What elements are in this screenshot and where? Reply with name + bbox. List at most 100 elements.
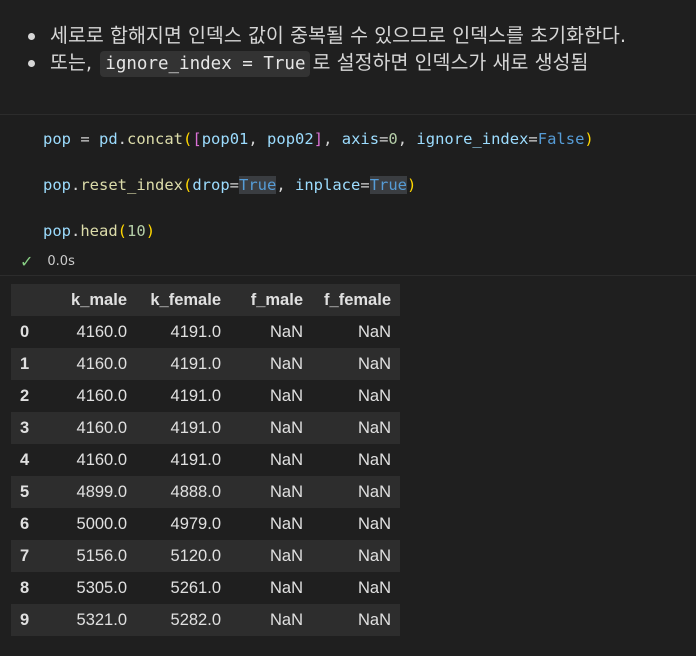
column-header-k-male: k_male (40, 284, 136, 316)
bullet-item-2: 또는, ignore_index = True 로 설정하면 인덱스가 새로 생성… (28, 49, 588, 77)
table-cell: 4191.0 (136, 444, 230, 476)
code-token: = (379, 130, 389, 148)
table-cell: 4160.0 (40, 412, 136, 444)
table-row: 4 4160.0 4191.0 NaN NaN (11, 444, 400, 476)
execution-status: ✓ 0.0s (20, 252, 75, 271)
code-token: ) (407, 176, 417, 194)
table-cell: 5305.0 (40, 572, 136, 604)
row-index: 9 (11, 604, 40, 636)
column-header-k-female: k_female (136, 284, 230, 316)
bullet-2-suffix: 로 설정하면 인덱스가 새로 생성됨 (312, 51, 589, 74)
code-token: , (323, 130, 342, 148)
table-cell: 5321.0 (40, 604, 136, 636)
bullet-text-1: 세로로 합해지면 인덱스 값이 중복될 수 있으므로 인덱스를 초기화한다. (50, 24, 627, 47)
table-cell: 4160.0 (40, 380, 136, 412)
code-cell[interactable]: pop = pd.concat([pop01, pop02], axis=0, … (0, 114, 696, 276)
code-token: pop01 (201, 130, 249, 148)
table-cell: NaN (312, 572, 400, 604)
code-token: pop (43, 176, 71, 194)
table-cell: 4191.0 (136, 412, 230, 444)
row-index: 0 (11, 316, 40, 348)
code-token: axis (341, 130, 380, 148)
bullet-dot-icon (28, 60, 35, 67)
table-cell: NaN (230, 540, 312, 572)
execution-time: 0.0s (47, 254, 75, 269)
table-cell: NaN (312, 348, 400, 380)
table-cell: NaN (312, 380, 400, 412)
code-token: [ (192, 130, 202, 148)
code-token-highlighted: True (369, 176, 408, 194)
code-token: concat (127, 130, 184, 148)
column-header-f-male: f_male (230, 284, 312, 316)
code-token: ( (117, 222, 128, 240)
table-cell: NaN (312, 476, 400, 508)
table-cell: 4160.0 (40, 444, 136, 476)
code-token: = (528, 130, 538, 148)
table-row: 7 5156.0 5120.0 NaN NaN (11, 540, 400, 572)
table-row: 2 4160.0 4191.0 NaN NaN (11, 380, 400, 412)
code-line-3[interactable]: pop.head(10) (43, 220, 155, 242)
table-cell: NaN (230, 444, 312, 476)
table-cell: 5156.0 (40, 540, 136, 572)
table-row: 1 4160.0 4191.0 NaN NaN (11, 348, 400, 380)
table-cell: 4160.0 (40, 348, 136, 380)
code-token: ( (183, 176, 193, 194)
dataframe-table: k_male k_female f_male f_female 0 4160.0… (11, 284, 400, 636)
table-cell: 5282.0 (136, 604, 230, 636)
table-cell: NaN (312, 316, 400, 348)
bullet-dot-icon (28, 33, 35, 40)
code-token: ) (584, 130, 594, 148)
row-index: 1 (11, 348, 40, 380)
row-index: 4 (11, 444, 40, 476)
code-token: , (248, 130, 268, 148)
column-header-f-female: f_female (312, 284, 400, 316)
table-cell: NaN (312, 508, 400, 540)
code-token: 10 (127, 222, 146, 240)
row-index: 7 (11, 540, 40, 572)
table-cell: 5120.0 (136, 540, 230, 572)
code-token: ignore_index (416, 130, 529, 148)
code-token: = (229, 176, 240, 194)
code-token: drop (192, 176, 230, 194)
column-header-index (11, 284, 40, 316)
inline-code: ignore_index = True (100, 51, 311, 77)
code-token: inplace (295, 176, 361, 194)
code-token: reset_index (80, 176, 183, 194)
table-cell: NaN (230, 316, 312, 348)
table-cell: NaN (230, 604, 312, 636)
table-cell: 4191.0 (136, 316, 230, 348)
code-line-1[interactable]: pop = pd.concat([pop01, pop02], axis=0, … (43, 128, 594, 150)
table-cell: 5261.0 (136, 572, 230, 604)
check-icon: ✓ (20, 252, 34, 271)
code-token: pd (99, 130, 118, 148)
code-token: pop (43, 130, 71, 148)
code-token-highlighted: True (239, 176, 277, 194)
code-token: pop02 (267, 130, 314, 148)
output-area: k_male k_female f_male f_female 0 4160.0… (11, 284, 400, 636)
code-token: head (80, 222, 118, 240)
table-cell: 4191.0 (136, 348, 230, 380)
code-token: ) (145, 222, 156, 240)
table-cell: 4979.0 (136, 508, 230, 540)
table-cell: 4191.0 (136, 380, 230, 412)
notebook-page: 세로로 합해지면 인덱스 값이 중복될 수 있으므로 인덱스를 초기화한다. 또… (0, 0, 696, 656)
row-index: 8 (11, 572, 40, 604)
table-cell: NaN (312, 540, 400, 572)
row-index: 3 (11, 412, 40, 444)
table-row: 3 4160.0 4191.0 NaN NaN (11, 412, 400, 444)
table-row: 9 5321.0 5282.0 NaN NaN (11, 604, 400, 636)
table-cell: NaN (312, 412, 400, 444)
markdown-cell[interactable]: 세로로 합해지면 인덱스 값이 중복될 수 있으므로 인덱스를 초기화한다. 또… (0, 0, 696, 104)
table-cell: 4888.0 (136, 476, 230, 508)
code-line-2[interactable]: pop.reset_index(drop=True, inplace=True) (43, 174, 416, 196)
table-cell: NaN (230, 348, 312, 380)
table-cell: NaN (230, 380, 312, 412)
table-cell: 5000.0 (40, 508, 136, 540)
row-index: 2 (11, 380, 40, 412)
table-row: 8 5305.0 5261.0 NaN NaN (11, 572, 400, 604)
code-token: = (71, 130, 99, 148)
code-token: ( (183, 130, 193, 148)
table-cell: NaN (230, 412, 312, 444)
code-token: 0 (388, 130, 398, 148)
table-cell: NaN (230, 508, 312, 540)
